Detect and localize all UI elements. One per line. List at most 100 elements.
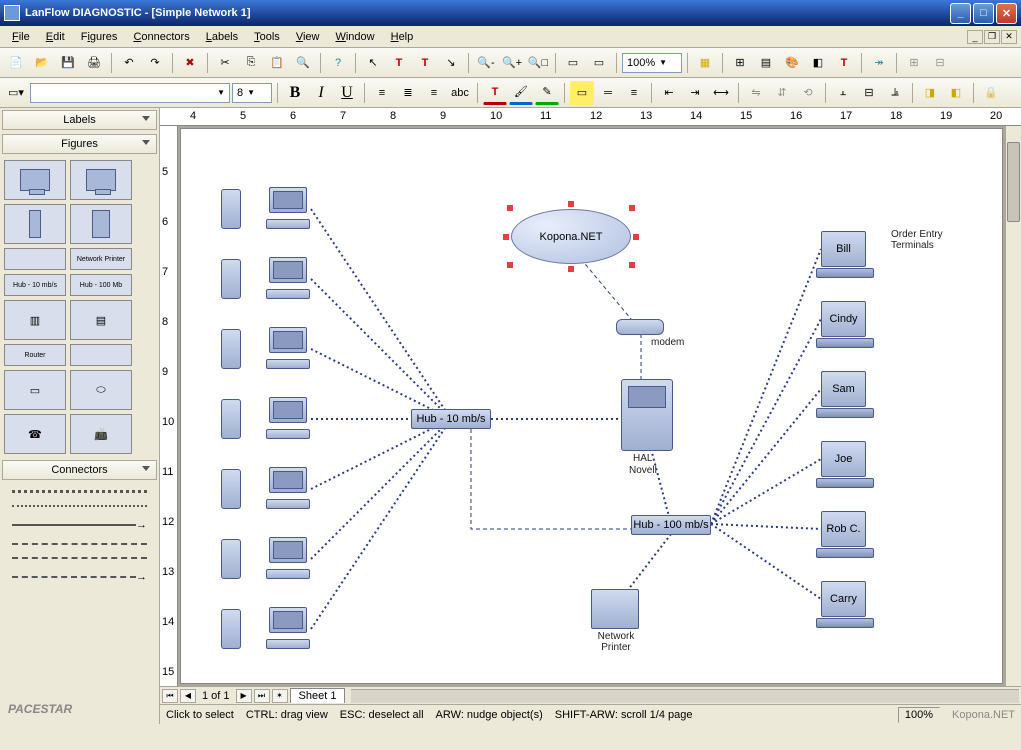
shape-server[interactable] <box>70 204 132 244</box>
modem-node[interactable] <box>616 319 664 335</box>
delete-button[interactable]: ✖ <box>178 51 202 75</box>
minimize-button[interactable]: _ <box>950 3 971 24</box>
horizontal-scrollbar[interactable] <box>351 689 1019 703</box>
terminal-rob[interactable]: Rob C. <box>821 511 866 547</box>
text-style-button[interactable]: T <box>832 51 856 75</box>
labels-panel-header[interactable]: Labels <box>2 110 157 130</box>
pc-node[interactable] <box>266 257 310 299</box>
bold-button[interactable]: B <box>283 81 307 105</box>
mdi-restore-button[interactable]: ❐ <box>984 30 1000 44</box>
menu-help[interactable]: Help <box>383 29 422 45</box>
shape-device[interactable]: ▭ <box>4 370 66 410</box>
group-button[interactable]: ⊞ <box>902 51 926 75</box>
zoom-width-button[interactable]: ▭ <box>587 51 611 75</box>
connector-dashed-arrow[interactable]: → <box>4 567 155 587</box>
redo-button[interactable]: ↷ <box>143 51 167 75</box>
menu-connectors[interactable]: Connectors <box>125 29 197 45</box>
phone-node[interactable] <box>221 189 241 229</box>
close-button[interactable]: ✕ <box>996 3 1017 24</box>
pc-node[interactable] <box>266 607 310 649</box>
flip-h-button[interactable]: ⇋ <box>744 81 768 105</box>
shape-tower[interactable] <box>4 204 66 244</box>
open-button[interactable]: 📂 <box>30 51 54 75</box>
flip-v-button[interactable]: ⇵ <box>770 81 794 105</box>
cut-button[interactable]: ✂ <box>213 51 237 75</box>
maximize-button[interactable]: □ <box>973 3 994 24</box>
align-top-button[interactable]: ⫠ <box>831 81 855 105</box>
shapes-button[interactable]: ◧ <box>806 51 830 75</box>
pc-node[interactable] <box>266 467 310 509</box>
align-middle-button[interactable]: ⊟ <box>857 81 881 105</box>
phone-node[interactable] <box>221 539 241 579</box>
shape-switch[interactable] <box>70 344 132 366</box>
menu-view[interactable]: View <box>288 29 328 45</box>
terminal-cindy[interactable]: Cindy <box>821 301 866 337</box>
hub10-node[interactable]: Hub - 10 mb/s <box>411 409 491 429</box>
diagram-canvas[interactable]: Kopona.NET modem Hub - 10 mb/s HAL Novel… <box>180 128 1003 684</box>
connector-tool[interactable]: ↘ <box>439 51 463 75</box>
line-weight-button[interactable]: ≡ <box>622 81 646 105</box>
arrow-both-button[interactable]: ⟷ <box>709 81 733 105</box>
zoom-page-button[interactable]: ▭ <box>561 51 585 75</box>
bring-front-button[interactable]: ◨ <box>918 81 942 105</box>
menu-edit[interactable]: Edit <box>38 29 73 45</box>
save-button[interactable]: 💾 <box>56 51 80 75</box>
shape-phone[interactable]: ☎ <box>4 414 66 454</box>
pointer-tool[interactable]: ↖ <box>361 51 385 75</box>
cloud-node[interactable]: Kopona.NET <box>511 209 631 264</box>
phone-node[interactable] <box>221 609 241 649</box>
vertical-scrollbar[interactable] <box>1005 126 1021 686</box>
font-name-combo[interactable]: ▼ <box>30 83 230 103</box>
arrow-start-button[interactable]: ⇤ <box>657 81 681 105</box>
rotate-button[interactable]: ⟲ <box>796 81 820 105</box>
find-button[interactable]: 🔍 <box>291 51 315 75</box>
line-color-button[interactable]: ✎ <box>535 81 559 105</box>
font-size-combo[interactable]: 8▼ <box>232 83 272 103</box>
pc-node[interactable] <box>266 187 310 229</box>
align-right-button[interactable]: ≡ <box>422 81 446 105</box>
lock-button[interactable]: 🔒 <box>979 81 1003 105</box>
flow-button[interactable]: ↠ <box>867 51 891 75</box>
phone-node[interactable] <box>221 469 241 509</box>
copy-button[interactable]: ⎘ <box>239 51 263 75</box>
connector-arrow[interactable]: → <box>4 515 155 535</box>
help-icon-button[interactable]: ? <box>326 51 350 75</box>
text-tool-2[interactable]: T <box>413 51 437 75</box>
arrow-end-button[interactable]: ⇥ <box>683 81 707 105</box>
text-tool[interactable]: T <box>387 51 411 75</box>
text-color-button[interactable]: T <box>483 81 507 105</box>
abc-button[interactable]: abc <box>448 81 472 105</box>
phone-node[interactable] <box>221 329 241 369</box>
mdi-minimize-button[interactable]: _ <box>967 30 983 44</box>
menu-window[interactable]: Window <box>327 29 382 45</box>
sheet-prev[interactable]: ◀ <box>180 689 196 703</box>
sheet-next[interactable]: ▶ <box>236 689 252 703</box>
figures-panel-header[interactable]: Figures <box>2 134 157 154</box>
connector-dashed[interactable] <box>4 539 155 549</box>
terminal-sam[interactable]: Sam <box>821 371 866 407</box>
zoom-in-button[interactable]: 🔍+ <box>500 51 524 75</box>
terminal-bill[interactable]: Bill <box>821 231 866 267</box>
zoom-out-button[interactable]: 🔍- <box>474 51 498 75</box>
align-left-button[interactable]: ≡ <box>370 81 394 105</box>
shape-network-printer[interactable]: Network Printer <box>70 248 132 270</box>
highlight-button[interactable]: ▭ <box>570 81 594 105</box>
underline-button[interactable]: U <box>335 81 359 105</box>
shape-storage[interactable]: ▤ <box>70 300 132 340</box>
undo-button[interactable]: ↶ <box>117 51 141 75</box>
printer-node[interactable] <box>591 589 639 629</box>
connector-dash-dot[interactable] <box>4 553 155 563</box>
menu-tools[interactable]: Tools <box>246 29 288 45</box>
connector-dotted-thick[interactable] <box>4 486 155 497</box>
sheet-add[interactable]: ✶ <box>272 689 288 703</box>
shape-computer[interactable] <box>4 160 66 200</box>
shape-modem[interactable] <box>4 248 66 270</box>
connectors-panel-header[interactable]: Connectors <box>2 460 157 480</box>
new-button[interactable]: 📄 <box>4 51 28 75</box>
layers-button[interactable]: ▤ <box>754 51 778 75</box>
menu-figures[interactable]: Figures <box>73 29 126 45</box>
connector-dotted[interactable] <box>4 501 155 511</box>
align-center-button[interactable]: ≣ <box>396 81 420 105</box>
snap-button[interactable]: ⊞ <box>728 51 752 75</box>
server-node[interactable] <box>621 379 673 451</box>
